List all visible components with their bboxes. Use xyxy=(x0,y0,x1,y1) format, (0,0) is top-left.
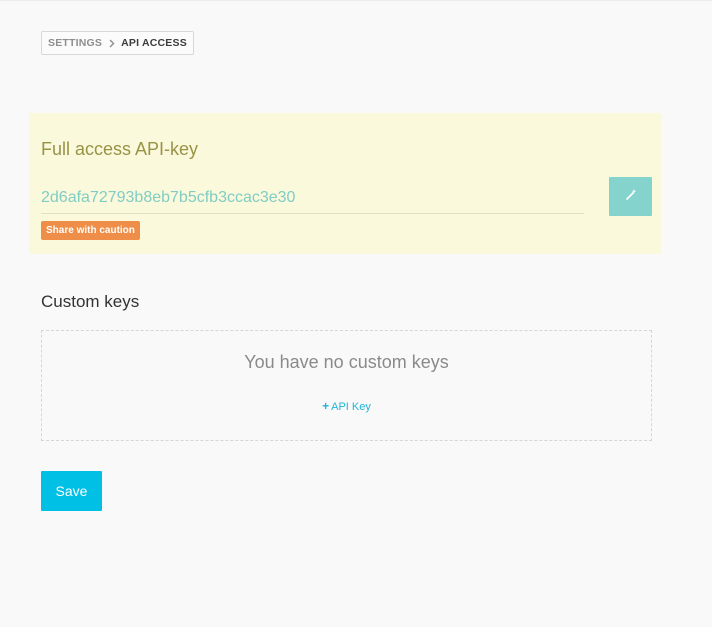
custom-keys-title: Custom keys xyxy=(41,292,140,311)
custom-keys-box: You have no custom keys + API Key xyxy=(41,330,652,441)
top-divider xyxy=(0,0,712,1)
save-button[interactable]: Save xyxy=(41,471,102,511)
add-api-key-label: API Key xyxy=(331,401,371,413)
breadcrumb-settings-link[interactable]: SETTINGS xyxy=(48,37,102,49)
full-access-key-panel: Full access API-key Share with caution xyxy=(29,113,661,254)
breadcrumb: SETTINGS API ACCESS xyxy=(41,31,194,55)
full-access-key-title: Full access API-key xyxy=(41,139,199,159)
breadcrumb-current: API ACCESS xyxy=(121,37,187,49)
regenerate-key-button[interactable] xyxy=(609,177,652,216)
magic-wand-icon xyxy=(624,188,638,205)
add-api-key-link[interactable]: + API Key xyxy=(42,399,651,413)
plus-icon: + xyxy=(322,399,330,413)
api-key-field[interactable] xyxy=(41,182,584,214)
chevron-right-icon xyxy=(109,39,115,48)
caution-badge: Share with caution xyxy=(41,221,140,240)
empty-state-message: You have no custom keys xyxy=(244,352,449,372)
